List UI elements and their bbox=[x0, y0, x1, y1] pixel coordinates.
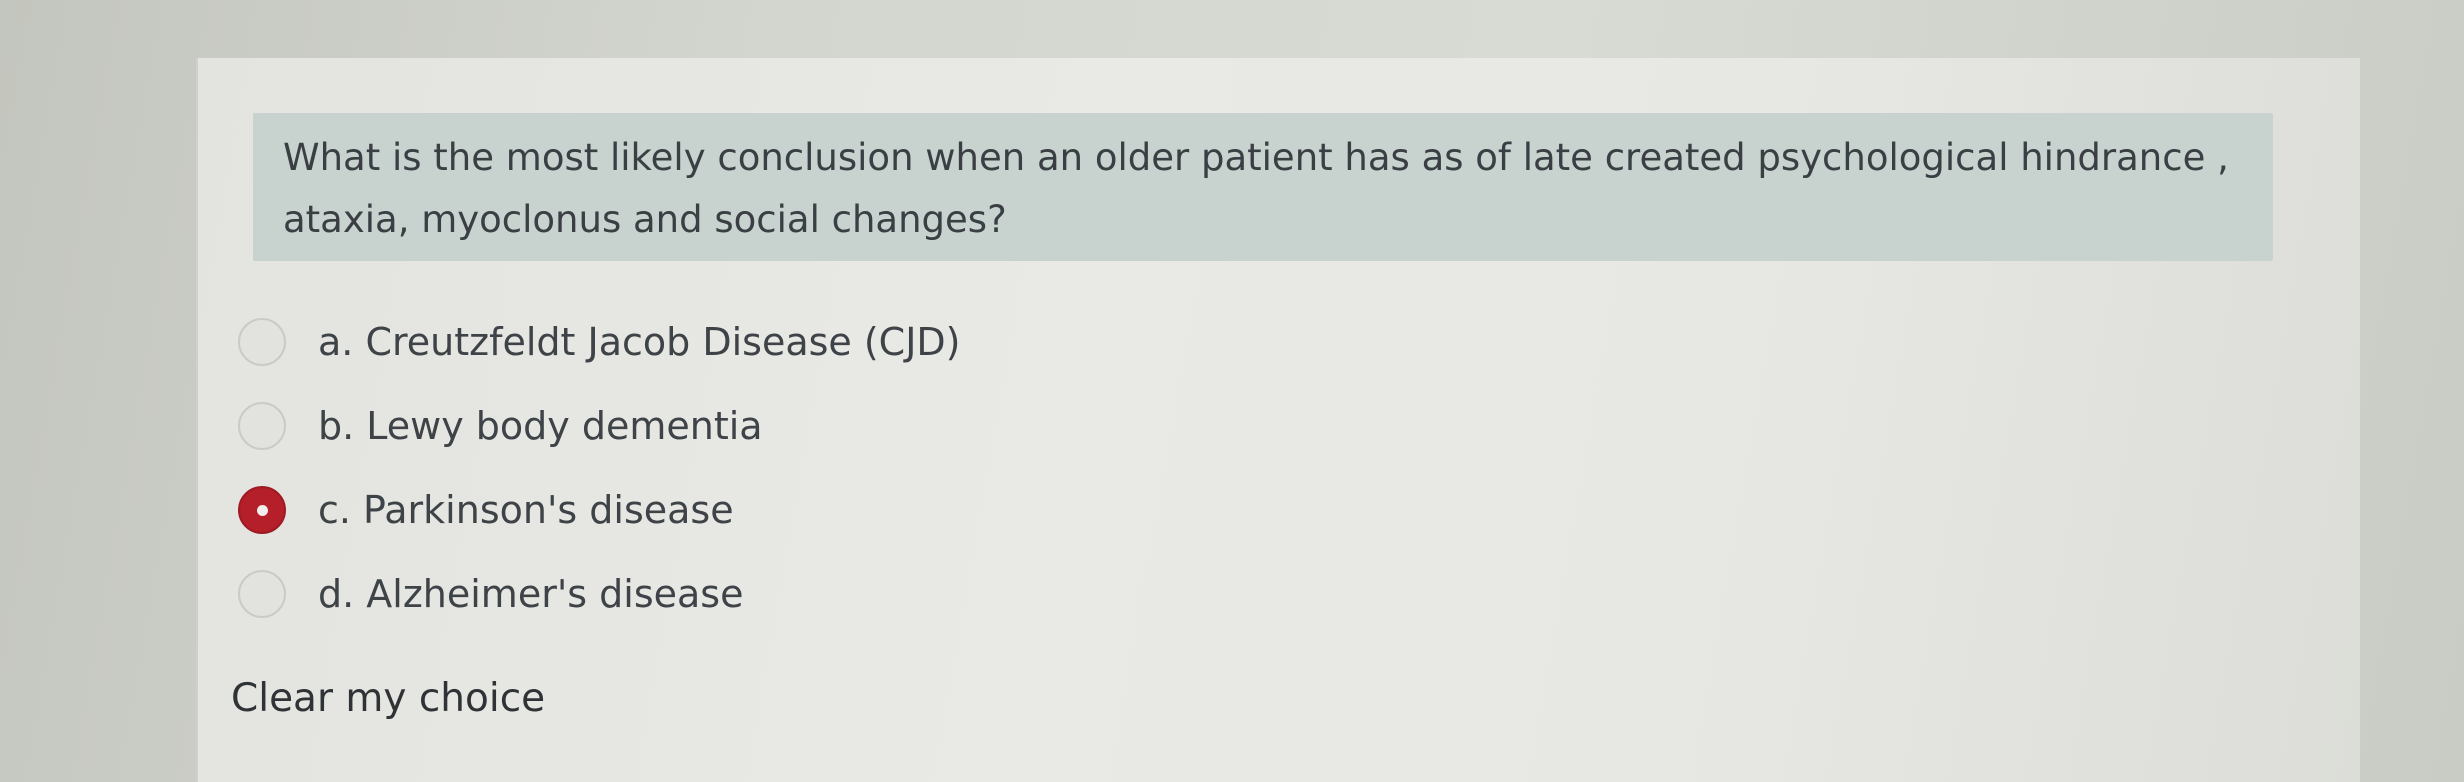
answer-label-c: c. Parkinson's disease bbox=[318, 488, 734, 532]
answer-label-b: b. Lewy body dementia bbox=[318, 404, 763, 448]
radio-button-d[interactable] bbox=[238, 570, 286, 618]
answer-label-a: a. Creutzfeldt Jacob Disease (CJD) bbox=[318, 320, 961, 364]
answer-list: a. Creutzfeldt Jacob Disease (CJD) b. Le… bbox=[238, 300, 1438, 636]
question-text: What is the most likely conclusion when … bbox=[283, 136, 2229, 241]
radio-button-b[interactable] bbox=[238, 402, 286, 450]
question-box: What is the most likely conclusion when … bbox=[253, 113, 2273, 261]
radio-button-a[interactable] bbox=[238, 318, 286, 366]
answer-option-a[interactable]: a. Creutzfeldt Jacob Disease (CJD) bbox=[238, 300, 1438, 384]
answer-option-c[interactable]: c. Parkinson's disease bbox=[238, 468, 1438, 552]
quiz-question-card: What is the most likely conclusion when … bbox=[196, 58, 2360, 782]
answer-option-d[interactable]: d. Alzheimer's disease bbox=[238, 552, 1438, 636]
answer-label-d: d. Alzheimer's disease bbox=[318, 572, 744, 616]
answer-option-b[interactable]: b. Lewy body dementia bbox=[238, 384, 1438, 468]
clear-choice-link[interactable]: Clear my choice bbox=[231, 676, 545, 721]
radio-button-c[interactable] bbox=[238, 486, 286, 534]
